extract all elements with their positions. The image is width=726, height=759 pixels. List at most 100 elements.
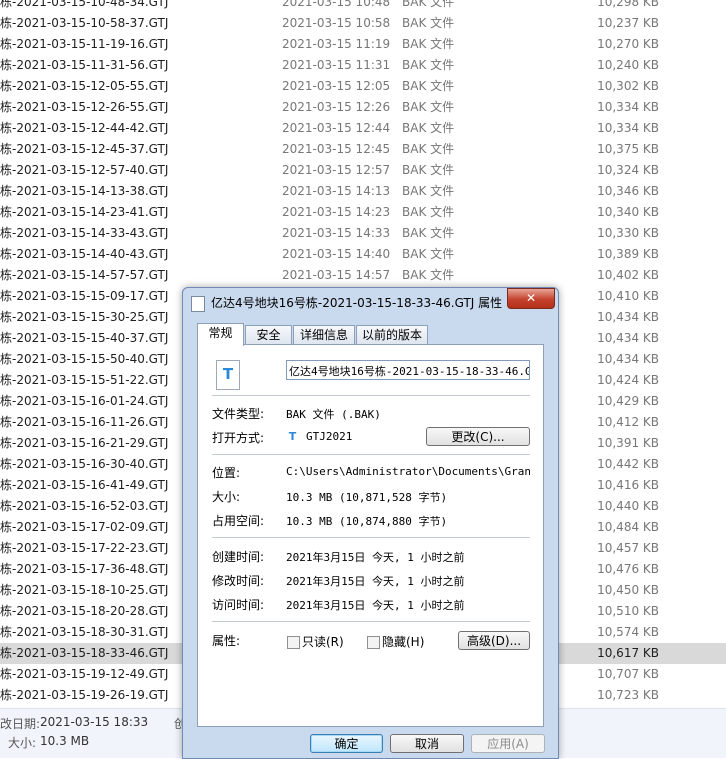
file-row[interactable]: 栋-2021-03-15-12-05-55.GTJ 2021-03-15 12:0… [0, 76, 726, 97]
close-button[interactable]: ✕ [507, 288, 555, 309]
file-size: 10,240 KB [597, 58, 659, 72]
open-with-value: GTJ2021 [306, 430, 353, 443]
document-icon [191, 296, 205, 312]
file-name: 栋-2021-03-15-17-02-09.GTJ [0, 520, 169, 534]
file-size: 10,334 KB [597, 121, 659, 135]
hidden-label[interactable]: 隐藏(H) [382, 633, 424, 650]
file-size: 10,330 KB [597, 226, 659, 240]
change-button[interactable]: 更改(C)... [426, 427, 530, 446]
file-name: 栋-2021-03-15-14-57-57.GTJ [0, 268, 169, 282]
file-size: 10,334 KB [597, 100, 659, 114]
size-label: 大小: [8, 736, 37, 750]
file-type: BAK 文件 [402, 247, 455, 261]
file-date: 2021-03-15 14:33 [282, 226, 391, 240]
file-name: 栋-2021-03-15-12-45-37.GTJ [0, 142, 169, 156]
file-size: 10,302 KB [597, 79, 659, 93]
size-value: 10.3 MB (10,871,528 字节) [286, 491, 448, 504]
file-type: BAK 文件 [402, 16, 455, 30]
readonly-checkbox[interactable] [287, 636, 300, 649]
separator [212, 537, 530, 538]
file-name: 栋-2021-03-15-18-10-25.GTJ [0, 583, 169, 597]
file-name: 栋-2021-03-15-15-09-17.GTJ [0, 289, 169, 303]
ok-button[interactable]: 确定 [310, 734, 383, 753]
file-name: 栋-2021-03-15-12-44-42.GTJ [0, 121, 169, 135]
file-size: 10,510 KB [597, 604, 659, 618]
file-name: 栋-2021-03-15-15-51-22.GTJ [0, 373, 169, 387]
apply-button[interactable]: 应用(A) [471, 734, 545, 753]
file-type: BAK 文件 [402, 205, 455, 219]
file-name: 栋-2021-03-15-16-01-24.GTJ [0, 394, 169, 408]
created-value: 2021年3月15日 今天, 1 小时之前 [286, 551, 465, 564]
file-name: 栋-2021-03-15-18-33-46.GTJ [0, 646, 169, 660]
file-type: BAK 文件 [402, 142, 455, 156]
file-size: 10,457 KB [597, 541, 659, 555]
file-row[interactable]: 栋-2021-03-15-11-31-56.GTJ 2021-03-15 11:3… [0, 55, 726, 76]
file-type: BAK 文件 [402, 121, 455, 135]
hidden-checkbox[interactable] [367, 636, 380, 649]
size-on-disk-label: 占用空间: [212, 514, 265, 528]
file-row[interactable]: 栋-2021-03-15-12-26-55.GTJ 2021-03-15 12:2… [0, 97, 726, 118]
general-tab-panel: T 亿达4号地块16号栋-2021-03-15-18-33-46.GTJ 文件类… [197, 344, 544, 727]
file-row[interactable]: 栋-2021-03-15-14-57-57.GTJ 2021-03-15 14:5… [0, 265, 726, 286]
file-name: 栋-2021-03-15-15-40-37.GTJ [0, 331, 169, 345]
file-size: 10,476 KB [597, 562, 659, 576]
file-row[interactable]: 栋-2021-03-15-11-19-16.GTJ 2021-03-15 11:1… [0, 34, 726, 55]
cancel-button[interactable]: 取消 [390, 734, 464, 753]
file-type: BAK 文件 [402, 268, 455, 282]
file-name: 栋-2021-03-15-15-50-40.GTJ [0, 352, 169, 366]
file-size: 10,574 KB [597, 625, 659, 639]
file-date: 2021-03-15 12:05 [282, 79, 391, 93]
file-name: 栋-2021-03-15-14-23-41.GTJ [0, 205, 169, 219]
size-value: 10.3 MB [40, 734, 90, 748]
tab-security[interactable]: 安全 [245, 325, 292, 345]
separator [212, 395, 530, 396]
file-size: 10,402 KB [597, 268, 659, 282]
file-name: 栋-2021-03-15-12-05-55.GTJ [0, 79, 169, 93]
tab-previous-versions[interactable]: 以前的版本 [356, 325, 428, 345]
file-row[interactable]: 栋-2021-03-15-14-40-43.GTJ 2021-03-15 14:4… [0, 244, 726, 265]
file-type: BAK 文件 [402, 58, 455, 72]
file-date: 2021-03-15 11:19 [282, 37, 391, 51]
tab-details[interactable]: 详细信息 [293, 325, 355, 345]
tab-general[interactable]: 常规 [197, 323, 244, 346]
file-row[interactable]: 栋-2021-03-15-12-45-37.GTJ 2021-03-15 12:4… [0, 139, 726, 160]
file-size: 10,237 KB [597, 16, 659, 30]
file-row[interactable]: 栋-2021-03-15-12-44-42.GTJ 2021-03-15 12:4… [0, 118, 726, 139]
file-type: BAK 文件 [402, 79, 455, 93]
file-size: 10,340 KB [597, 205, 659, 219]
modified-date-label: 改日期: [0, 717, 41, 731]
created-label: 创建时间: [212, 550, 265, 564]
file-date: 2021-03-15 10:58 [282, 16, 391, 30]
file-name: 栋-2021-03-15-12-57-40.GTJ [0, 163, 169, 177]
filename-input[interactable]: 亿达4号地块16号栋-2021-03-15-18-33-46.GTJ [286, 360, 530, 380]
file-row[interactable]: 栋-2021-03-15-10-48-34.GTJ 2021-03-15 10:4… [0, 0, 726, 13]
file-date: 2021-03-15 10:48 [282, 0, 391, 9]
file-size: 10,723 KB [597, 688, 659, 702]
file-name: 栋-2021-03-15-12-26-55.GTJ [0, 100, 169, 114]
file-row[interactable]: 栋-2021-03-15-14-23-41.GTJ 2021-03-15 14:2… [0, 202, 726, 223]
separator [212, 454, 530, 455]
file-type: BAK 文件 [402, 0, 455, 9]
file-row[interactable]: 栋-2021-03-15-14-33-43.GTJ 2021-03-15 14:3… [0, 223, 726, 244]
file-type: BAK 文件 [402, 226, 455, 240]
file-row[interactable]: 栋-2021-03-15-10-58-37.GTJ 2021-03-15 10:5… [0, 13, 726, 34]
file-size: 10,707 KB [597, 667, 659, 681]
file-name: 栋-2021-03-15-10-48-34.GTJ [0, 0, 169, 9]
file-name: 栋-2021-03-15-16-52-03.GTJ [0, 499, 169, 513]
file-name: 栋-2021-03-15-11-31-56.GTJ [0, 58, 169, 72]
advanced-button[interactable]: 高级(D)... [458, 631, 530, 650]
file-name: 栋-2021-03-15-16-11-26.GTJ [0, 415, 169, 429]
file-name: 栋-2021-03-15-11-19-16.GTJ [0, 37, 169, 51]
file-name: 栋-2021-03-15-16-41-49.GTJ [0, 478, 169, 492]
file-row[interactable]: 栋-2021-03-15-14-13-38.GTJ 2021-03-15 14:1… [0, 181, 726, 202]
file-size: 10,434 KB [597, 310, 659, 324]
readonly-label[interactable]: 只读(R) [302, 633, 344, 650]
file-size: 10,450 KB [597, 583, 659, 597]
size-on-disk-value: 10.3 MB (10,874,880 字节) [286, 515, 448, 528]
file-name: 栋-2021-03-15-16-21-29.GTJ [0, 436, 169, 450]
file-size: 10,270 KB [597, 37, 659, 51]
file-size: 10,375 KB [597, 142, 659, 156]
file-name: 栋-2021-03-15-14-13-38.GTJ [0, 184, 169, 198]
file-row[interactable]: 栋-2021-03-15-12-57-40.GTJ 2021-03-15 12:5… [0, 160, 726, 181]
file-date: 2021-03-15 14:13 [282, 184, 391, 198]
